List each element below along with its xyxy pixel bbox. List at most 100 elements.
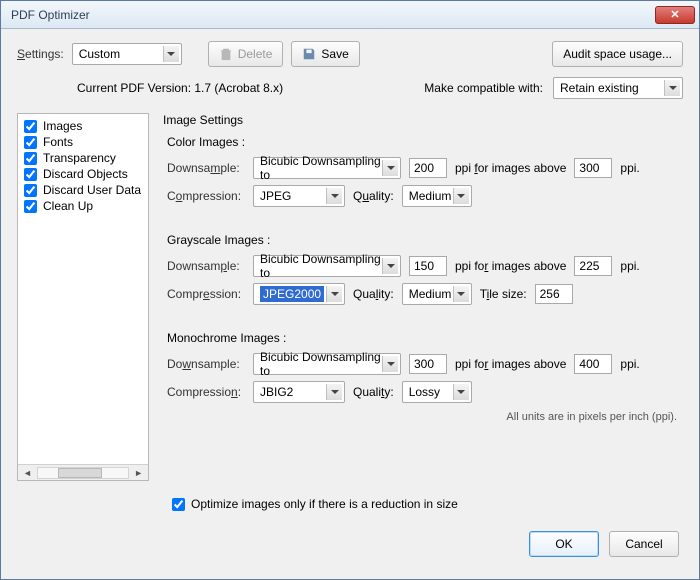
gray-compression-select[interactable]: JPEG2000 — [253, 283, 345, 305]
grayscale-images-heading: Grayscale Images : — [167, 233, 683, 247]
pdf-optimizer-window: PDF Optimizer ✕ Settings: Custom Delete — [0, 0, 700, 580]
select-value: Medium — [409, 287, 452, 301]
save-button-label: Save — [321, 47, 348, 61]
sidebar-item-clean-up[interactable]: Clean Up — [24, 198, 142, 214]
chevron-down-icon — [382, 160, 398, 176]
ppi-label: ppi. — [620, 357, 639, 371]
color-above-ppi-input[interactable] — [574, 158, 612, 178]
mono-target-ppi-input[interactable] — [409, 354, 447, 374]
mono-above-ppi-input[interactable] — [574, 354, 612, 374]
chevron-down-icon — [664, 80, 680, 96]
save-button[interactable]: Save — [291, 41, 359, 67]
gray-target-ppi-input[interactable] — [409, 256, 447, 276]
sidebar-label: Discard Objects — [43, 167, 128, 181]
chevron-down-icon — [453, 286, 469, 302]
ok-button[interactable]: OK — [529, 531, 599, 557]
chevron-down-icon — [326, 384, 342, 400]
trash-icon — [219, 47, 233, 61]
sidebar-item-transparency[interactable]: Transparency — [24, 150, 142, 166]
select-value: Bicubic Downsampling to — [260, 350, 382, 378]
monochrome-images-heading: Monochrome Images : — [167, 331, 683, 345]
chevron-down-icon — [382, 258, 398, 274]
panel-title: Image Settings — [163, 113, 683, 127]
sidebar-check-fonts[interactable] — [24, 136, 37, 149]
select-value: Medium — [409, 189, 452, 203]
titlebar: PDF Optimizer ✕ — [1, 1, 699, 29]
select-value: Bicubic Downsampling to — [260, 154, 382, 182]
cancel-button-label: Cancel — [625, 537, 662, 551]
optimize-only-checkbox[interactable] — [172, 498, 185, 511]
mono-downsample-select[interactable]: Bicubic Downsampling to — [253, 353, 401, 375]
select-value: JBIG2 — [260, 385, 293, 399]
color-target-ppi-input[interactable] — [409, 158, 447, 178]
compat-select[interactable]: Retain existing — [553, 77, 683, 99]
color-downsample-select[interactable]: Bicubic Downsampling to — [253, 157, 401, 179]
select-value: Lossy — [409, 385, 440, 399]
color-quality-select[interactable]: Medium — [402, 185, 472, 207]
ppi-label: ppi. — [620, 161, 639, 175]
gray-tile-size-input[interactable] — [535, 284, 573, 304]
optimize-only-label: Optimize images only if there is a reduc… — [191, 497, 458, 511]
gray-quality-select[interactable]: Medium — [402, 283, 472, 305]
audit-space-button[interactable]: Audit space usage... — [552, 41, 683, 67]
ok-button-label: OK — [555, 537, 572, 551]
current-version-text: Current PDF Version: 1.7 (Acrobat 8.x) — [77, 81, 283, 95]
sidebar-check-clean-up[interactable] — [24, 200, 37, 213]
chevron-down-icon — [382, 356, 398, 372]
sidebar-label: Clean Up — [43, 199, 93, 213]
scroll-track[interactable] — [37, 467, 129, 479]
units-note: All units are in pixels per inch (ppi). — [163, 411, 683, 423]
downsample-label: Downsample: — [167, 259, 245, 273]
downsample-label: Downsample: — [167, 161, 245, 175]
sidebar-item-discard-objects[interactable]: Discard Objects — [24, 166, 142, 182]
compat-label: Make compatible with: — [424, 81, 543, 95]
window-title: PDF Optimizer — [11, 8, 655, 22]
color-images-heading: Color Images : — [167, 135, 683, 149]
select-value: Bicubic Downsampling to — [260, 252, 382, 280]
close-icon: ✕ — [670, 8, 679, 21]
scroll-left-icon[interactable]: ◄ — [20, 468, 35, 478]
delete-button: Delete — [208, 41, 284, 67]
settings-select-value: Custom — [79, 47, 120, 61]
mono-quality-select[interactable]: Lossy — [402, 381, 472, 403]
chevron-down-icon — [453, 188, 469, 204]
audit-space-label: Audit space usage... — [563, 47, 672, 61]
settings-label: Settings: — [17, 47, 64, 61]
select-value: JPEG — [260, 189, 291, 203]
sidebar-item-fonts[interactable]: Fonts — [24, 134, 142, 150]
sidebar-check-discard-user-data[interactable] — [24, 184, 37, 197]
chevron-down-icon — [326, 188, 342, 204]
sidebar-scrollbar[interactable]: ◄ ► — [18, 464, 148, 480]
scroll-right-icon[interactable]: ► — [131, 468, 146, 478]
gray-above-ppi-input[interactable] — [574, 256, 612, 276]
chevron-down-icon — [326, 286, 342, 302]
cancel-button[interactable]: Cancel — [609, 531, 679, 557]
close-button[interactable]: ✕ — [655, 6, 695, 24]
sidebar-item-discard-user-data[interactable]: Discard User Data — [24, 182, 142, 198]
mono-compression-select[interactable]: JBIG2 — [253, 381, 345, 403]
compression-label: Compression: — [167, 189, 245, 203]
compat-select-value: Retain existing — [560, 81, 639, 95]
color-compression-select[interactable]: JPEG — [253, 185, 345, 207]
quality-label: Quality: — [353, 385, 394, 399]
sidebar-check-images[interactable] — [24, 120, 37, 133]
select-value: JPEG2000 — [260, 286, 324, 302]
gray-downsample-select[interactable]: Bicubic Downsampling to — [253, 255, 401, 277]
quality-label: Quality: — [353, 189, 394, 203]
sidebar-item-images[interactable]: Images — [24, 118, 142, 134]
scroll-thumb[interactable] — [58, 468, 102, 478]
image-settings-panel: Image Settings Color Images : Downsample… — [163, 113, 683, 481]
for-above-label: ppi for images above — [455, 161, 566, 175]
sidebar-check-transparency[interactable] — [24, 152, 37, 165]
sidebar-label: Fonts — [43, 135, 73, 149]
chevron-down-icon — [453, 384, 469, 400]
quality-label: Quality: — [353, 287, 394, 301]
chevron-down-icon — [163, 46, 179, 62]
sidebar-label: Transparency — [43, 151, 116, 165]
downsample-label: Downsample: — [167, 357, 245, 371]
settings-select[interactable]: Custom — [72, 43, 182, 65]
sidebar-check-discard-objects[interactable] — [24, 168, 37, 181]
compression-label: Compression: — [167, 385, 245, 399]
compression-label: Compression: — [167, 287, 245, 301]
ppi-label: ppi. — [620, 259, 639, 273]
